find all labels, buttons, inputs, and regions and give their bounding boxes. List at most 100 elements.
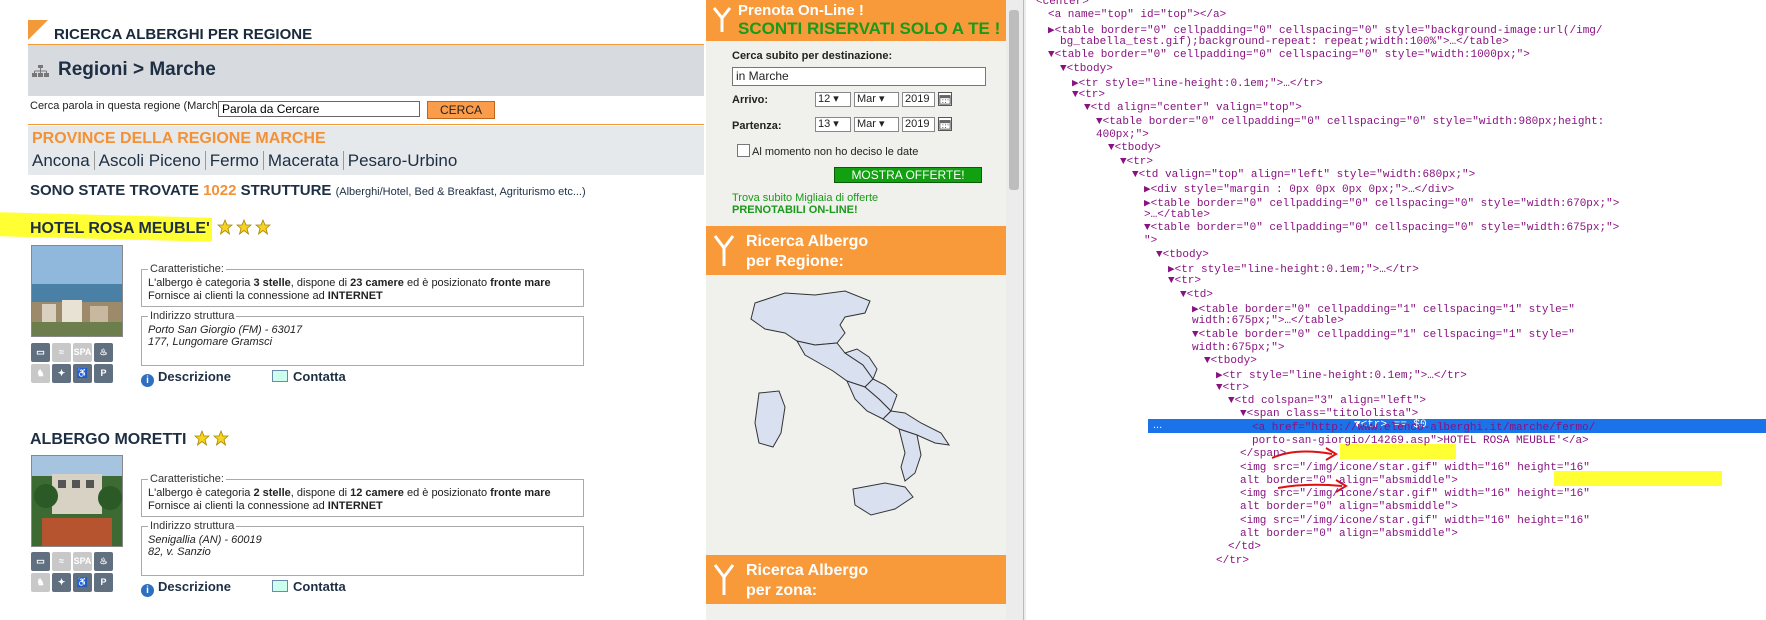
dom-tree-line[interactable]: width:675px;">…</table> <box>1192 315 1344 327</box>
services-icons: ▭ ≈ SPA ♨ ♞ ✦ ♿ P <box>31 342 126 384</box>
dom-tree-line[interactable]: bg_tabella_test.gif);background-repeat: … <box>1060 36 1509 48</box>
dom-tree-line[interactable]: </td> <box>1228 541 1261 553</box>
province-link[interactable]: Pesaro-Urbino <box>344 151 462 170</box>
contact-link[interactable]: Contatta <box>272 369 346 384</box>
dom-tree-line[interactable]: porto-san-giorgio/14269.asp">HOTEL ROSA … <box>1252 435 1589 447</box>
dom-tree-line[interactable]: ▼<tr> <box>1168 275 1201 287</box>
pets-icon: ♞ <box>31 573 50 592</box>
dom-tree-line[interactable]: ▼<td> <box>1180 289 1213 301</box>
dom-tree-line[interactable]: ▼<span class="titololista"> <box>1240 408 1418 420</box>
dom-tree-line[interactable]: </tr> <box>1216 555 1249 567</box>
offer-text-bold: PRENOTABILI ON-LINE! <box>732 204 858 216</box>
dom-tree-line[interactable]: ▼<tbody> <box>1060 63 1113 75</box>
dom-tree-line[interactable]: ▼<table border="0" cellpadding="0" cells… <box>1096 116 1604 128</box>
dom-tree-line[interactable]: <center> <box>1036 0 1089 8</box>
breadcrumb-text[interactable]: Regioni > Marche <box>58 59 216 81</box>
dom-tree-line[interactable]: ▼<tr> <box>1216 382 1249 394</box>
address-text: Senigallia (AN) - 60019 82, v. Sanzio <box>148 534 262 558</box>
italy-map[interactable] <box>745 283 975 538</box>
dom-tree-line[interactable]: <img src="/img/icone/star.gif" width="16… <box>1240 488 1590 500</box>
no-dates-checkbox[interactable] <box>737 144 750 157</box>
dom-tree-line[interactable]: <img src="/img/icone/star.gif" width="16… <box>1240 515 1590 527</box>
province-link[interactable]: Macerata <box>263 151 344 170</box>
section-title: RICERCA ALBERGHI PER REGIONE <box>54 26 313 43</box>
dom-tree-line[interactable]: </span> <box>1240 448 1286 460</box>
dom-tree-line[interactable]: ▼<tbody> <box>1156 249 1209 261</box>
main-content: RICERCA ALBERGHI PER REGIONE Regioni > M… <box>0 0 706 620</box>
dom-tree-line[interactable]: width:675px;"> <box>1192 342 1284 354</box>
province-link[interactable]: Fermo <box>205 151 264 170</box>
dom-tree-line[interactable]: ▼<td valign="top" align="left" style="wi… <box>1132 169 1475 181</box>
page-scrollbar[interactable] <box>1006 0 1026 620</box>
dom-tree-line[interactable]: ▼<table border="0" cellpadding="0" cells… <box>1144 222 1619 234</box>
map-region-sicily[interactable] <box>852 482 914 516</box>
dom-tree-line[interactable]: ▼<td align="center" valign="top"> <box>1084 102 1302 114</box>
provinces-title: PROVINCE DELLA REGIONE MARCHE <box>32 130 326 147</box>
arrival-day-select[interactable]: 12 ▾ <box>815 92 851 107</box>
dom-tree-line[interactable]: >…</table> <box>1144 209 1210 221</box>
province-link[interactable]: Ancona <box>32 151 95 170</box>
features-text: L'albergo è categoria 2 stelle, dispone … <box>148 487 551 512</box>
arrival-year-field[interactable]: 2019 <box>902 92 935 107</box>
region-search-input[interactable] <box>218 101 420 117</box>
destination-input[interactable]: in Marche <box>732 67 986 86</box>
description-link[interactable]: i Descrizione <box>141 369 231 387</box>
address-box: Indirizzo struttura Senigallia (AN) - 60… <box>141 520 584 576</box>
parking-icon: P <box>94 364 113 383</box>
dom-tree-line[interactable]: ▶<table border="0" cellpadding="0" cells… <box>1048 23 1603 37</box>
map-region-sardinia[interactable] <box>754 390 786 448</box>
dom-tree-line[interactable]: ▶<tr style="line-height:0.1em;">…</tr> <box>1216 368 1467 382</box>
departure-month-select[interactable]: Mar ▾ <box>854 117 899 132</box>
destination-label: Cerca subito per destinazione: <box>732 50 893 62</box>
contact-link[interactable]: Contatta <box>272 579 346 594</box>
hotel-name-link[interactable]: ALBERGO MORETTI <box>30 431 186 448</box>
arrow-logo-icon <box>712 7 732 32</box>
province-link[interactable]: Ascoli Piceno <box>94 151 206 170</box>
dom-tree-line[interactable]: ▶<table border="0" cellpadding="1" cells… <box>1192 302 1575 316</box>
calendar-icon[interactable] <box>938 117 952 131</box>
dom-tree-line[interactable]: ▼<tr> <box>1120 156 1153 168</box>
departure-day-select[interactable]: 13 ▾ <box>815 117 851 132</box>
dom-tree-line[interactable]: ▶<tr style="line-height:0.1em;">…</tr> <box>1072 76 1323 90</box>
no-dates-label: Al momento non ho deciso le date <box>752 146 919 158</box>
hotel-title: HOTEL ROSA MEUBLE' <box>30 219 272 238</box>
tv-icon: ▭ <box>31 552 50 571</box>
provinces-box: PROVINCE DELLA REGIONE MARCHE Ancona Asco… <box>28 126 704 175</box>
dom-tree-line[interactable]: 400px;"> <box>1096 129 1149 141</box>
dom-tree-line[interactable]: ▼<td colspan="3" align="left"> <box>1228 395 1426 407</box>
departure-year-field[interactable]: 2019 <box>902 117 935 132</box>
dom-tree-line[interactable]: alt border="0" align="absmiddle"> <box>1240 501 1458 513</box>
dom-tree-line[interactable]: <img src="/img/icone/star.gif" width="16… <box>1240 462 1590 474</box>
map-region-north[interactable] <box>750 290 871 346</box>
dom-tree-line[interactable]: ▼<table border="0" cellpadding="0" cells… <box>1048 49 1530 61</box>
dom-tree-line[interactable]: "> <box>1144 235 1157 247</box>
description-link[interactable]: i Descrizione <box>141 579 231 597</box>
dom-tree-line[interactable]: ▶<tr style="line-height:0.1em;">…</tr> <box>1168 262 1419 276</box>
scrollbar-thumb[interactable] <box>1009 10 1019 190</box>
star-icon <box>236 219 253 235</box>
restaurant-icon: ♨ <box>94 552 113 571</box>
dom-tree-line[interactable]: ▶<table border="0" cellpadding="0" cells… <box>1144 196 1619 210</box>
address-box: Indirizzo struttura Porto San Giorgio (F… <box>141 310 584 366</box>
services-icons: ▭ ≈ SPA ♨ ♞ ✦ ♿ P <box>31 551 126 593</box>
dom-tree-line[interactable]: ▶<div style="margin : 0px 0px 0px 0px;">… <box>1144 182 1454 196</box>
dom-tree-line[interactable]: ▼<table border="0" cellpadding="1" cells… <box>1192 329 1575 341</box>
dom-tree-line[interactable]: ▼<tr> <box>1072 89 1105 101</box>
hotel-photo[interactable] <box>31 455 123 547</box>
hotel-photo[interactable] <box>31 245 123 337</box>
arrival-month-select[interactable]: Mar ▾ <box>854 92 899 107</box>
spa-icon: SPA <box>73 552 92 571</box>
info-icon: i <box>141 584 154 597</box>
results-number: 1022 <box>203 182 237 199</box>
search-button[interactable]: CERCA <box>427 101 495 119</box>
dom-tree-line[interactable]: ▼<tbody> <box>1108 142 1161 154</box>
hotel-name-link[interactable]: HOTEL ROSA MEUBLE' <box>30 220 210 237</box>
calendar-icon[interactable] <box>938 92 952 106</box>
map-region-calabria[interactable] <box>898 428 922 482</box>
show-offers-button[interactable]: MOSTRA OFFERTE! <box>834 167 982 183</box>
dom-tree-line[interactable]: <a name="top" id="top"></a> <box>1048 9 1226 21</box>
dom-tree-line[interactable]: ▼<tbody> <box>1204 355 1257 367</box>
dom-tree-line[interactable]: alt border="0" align="absmiddle"> <box>1240 475 1458 487</box>
dom-tree-line[interactable]: <a href="http://www.elenco-alberghi.it/m… <box>1252 422 1595 434</box>
dom-tree-line[interactable]: alt border="0" align="absmiddle"> <box>1240 528 1458 540</box>
